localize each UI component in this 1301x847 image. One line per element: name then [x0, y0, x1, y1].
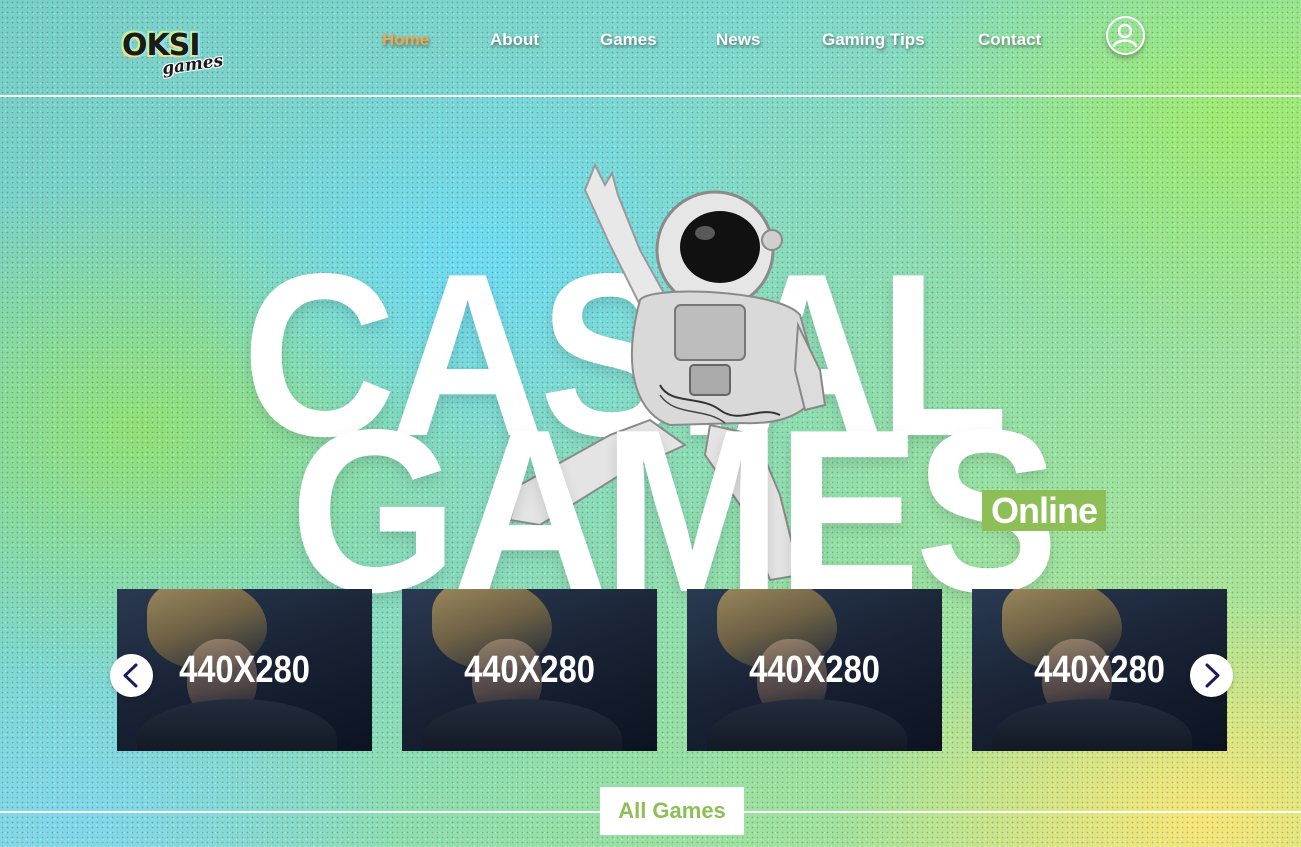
online-badge: Online [982, 490, 1106, 531]
carousel-next-button[interactable] [1190, 654, 1233, 697]
all-games-button[interactable]: All Games [600, 787, 744, 835]
nav-item-gaming-tips[interactable]: Gaming Tips [822, 30, 925, 50]
carousel-prev-button[interactable] [110, 654, 153, 697]
nav-item-home[interactable]: Home [382, 30, 429, 50]
card-label: 440X280 [179, 649, 310, 691]
game-card-3[interactable]: 440X280 [687, 589, 942, 751]
game-card-2[interactable]: 440X280 [402, 589, 657, 751]
card-label: 440X280 [464, 649, 595, 691]
user-circle-icon [1112, 23, 1138, 48]
nav-item-contact[interactable]: Contact [978, 30, 1041, 50]
card-label: 440X280 [1034, 649, 1165, 691]
game-card-1[interactable]: 440X280 [117, 589, 372, 751]
card-label: 440X280 [749, 649, 880, 691]
chevron-left-icon [123, 663, 138, 688]
site-logo[interactable]: OKSI games [122, 28, 232, 88]
game-card-4[interactable]: 440X280 [972, 589, 1227, 751]
nav-item-games[interactable]: Games [600, 30, 657, 50]
nav-item-about[interactable]: About [490, 30, 539, 50]
site-header: OKSI games Home About Games News Gaming … [0, 0, 1301, 97]
nav-item-news[interactable]: News [716, 30, 760, 50]
chevron-right-icon [1205, 663, 1220, 688]
user-account-button[interactable] [1106, 16, 1145, 55]
